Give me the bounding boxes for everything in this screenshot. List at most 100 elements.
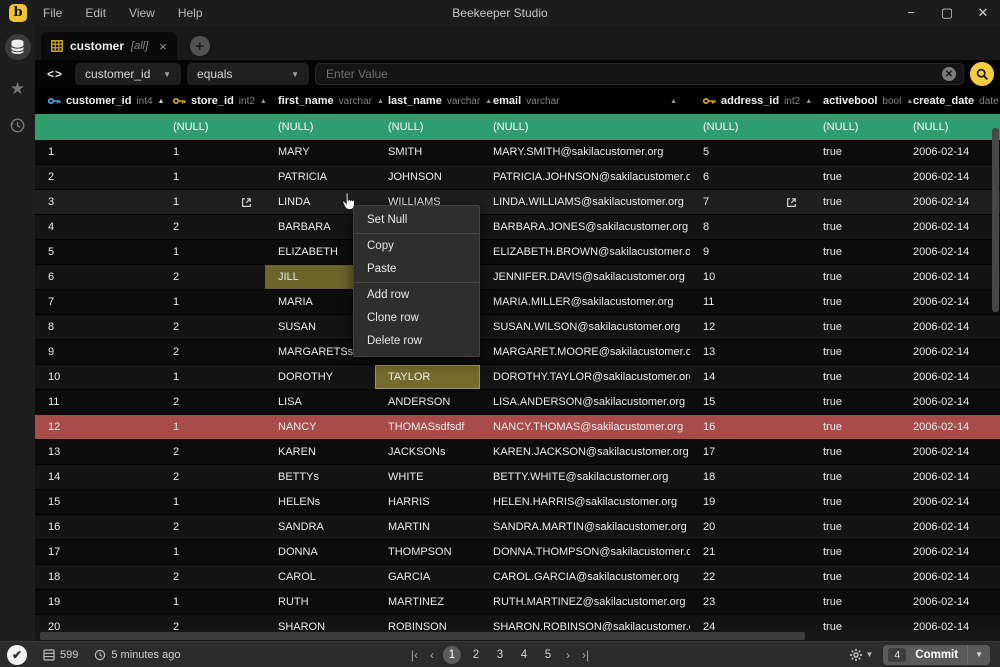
last-page-button[interactable]: ›| xyxy=(579,648,592,662)
table-cell[interactable]: true xyxy=(810,465,900,489)
table-cell[interactable]: 11 xyxy=(690,290,810,314)
table-cell[interactable]: 2006-02-14 xyxy=(900,415,1000,439)
table-cell[interactable]: RUTH.MARTINEZ@sakilacustomer.org xyxy=(480,590,690,614)
table-cell[interactable]: 2006-02-14 xyxy=(900,540,1000,564)
insert-row[interactable]: (NULL)(NULL)(NULL)(NULL)(NULL)(NULL)(NUL… xyxy=(35,114,1000,140)
table-cell[interactable]: SANDRA.MARTIN@sakilacustomer.org xyxy=(480,515,690,539)
table-cell[interactable]: PATRICIA xyxy=(265,165,375,189)
table-cell[interactable]: PATRICIA.JOHNSON@sakilacustomer.org xyxy=(480,165,690,189)
history-clock-icon[interactable] xyxy=(9,117,26,137)
table-row[interactable]: 151HELENsHARRISHELEN.HARRIS@sakilacustom… xyxy=(35,490,1000,515)
table-cell[interactable]: 2006-02-14 xyxy=(900,390,1000,414)
table-cell[interactable]: DOROTHY xyxy=(265,365,375,389)
table-cell[interactable]: true xyxy=(810,215,900,239)
table-cell[interactable]: 2006-02-14 xyxy=(900,290,1000,314)
filter-operator-dropdown[interactable]: equals ▼ xyxy=(187,63,309,85)
table-cell[interactable]: SMITH xyxy=(375,140,480,164)
table-cell[interactable]: LISA.ANDERSON@sakilacustomer.org xyxy=(480,390,690,414)
table-cell[interactable]: true xyxy=(810,315,900,339)
table-cell[interactable]: 16 xyxy=(690,415,810,439)
table-cell[interactable]: 12 xyxy=(35,415,160,439)
table-cell[interactable]: true xyxy=(810,340,900,364)
table-cell[interactable]: 7 xyxy=(35,290,160,314)
table-cell[interactable]: JENNIFER.DAVIS@sakilacustomer.org xyxy=(480,265,690,289)
table-cell[interactable]: 2006-02-14 xyxy=(900,165,1000,189)
table-cell[interactable]: 2006-02-14 xyxy=(900,190,1000,214)
insert-row-cell[interactable]: (NULL) xyxy=(810,114,900,140)
sql-code-toggle-icon[interactable]: <> xyxy=(41,64,69,85)
table-cell[interactable]: true xyxy=(810,240,900,264)
connection-ok-check-icon[interactable]: ✔ xyxy=(7,645,27,665)
table-cell[interactable]: 2 xyxy=(160,465,265,489)
table-row[interactable]: 132KARENJACKSONsKAREN.JACKSON@sakilacust… xyxy=(35,440,1000,465)
table-cell[interactable]: LISA xyxy=(265,390,375,414)
table-row[interactable]: 21PATRICIAJOHNSONPATRICIA.JOHNSON@sakila… xyxy=(35,165,1000,190)
table-cell[interactable]: SUSAN.WILSON@sakilacustomer.org xyxy=(480,315,690,339)
table-row[interactable]: 82SUSANWILSONSUSAN.WILSON@sakilacustomer… xyxy=(35,315,1000,340)
foreign-key-link[interactable] xyxy=(241,197,252,208)
vertical-scrollbar-thumb[interactable] xyxy=(992,128,999,312)
table-cell[interactable]: 18 xyxy=(35,565,160,589)
table-cell[interactable]: 2 xyxy=(160,340,265,364)
context-menu-item-clone-row[interactable]: Clone row xyxy=(354,307,479,330)
sort-arrow-icon[interactable]: ▲ xyxy=(670,98,677,105)
table-row[interactable]: 71MARIAMILLERMARIA.MILLER@sakilacustomer… xyxy=(35,290,1000,315)
table-cell[interactable]: 1 xyxy=(160,140,265,164)
table-cell[interactable]: 10 xyxy=(690,265,810,289)
table-cell[interactable]: 7 xyxy=(690,190,810,214)
table-cell[interactable]: 2006-02-14 xyxy=(900,465,1000,489)
insert-row-cell[interactable]: (NULL) xyxy=(160,114,265,140)
table-cell[interactable]: JACKSONs xyxy=(375,440,480,464)
table-cell[interactable]: 2006-02-14 xyxy=(900,265,1000,289)
table-cell[interactable]: MARTINEZ xyxy=(375,590,480,614)
insert-row-cell[interactable] xyxy=(35,114,160,140)
table-row[interactable]: 51ELIZABETHBROWNELIZABETH.BROWN@sakilacu… xyxy=(35,240,1000,265)
context-menu-item-copy[interactable]: Copy xyxy=(354,235,479,258)
column-header-email[interactable]: emailvarchar▲ xyxy=(480,88,690,114)
table-cell[interactable]: 2006-02-14 xyxy=(900,490,1000,514)
table-row[interactable]: 142BETTYsWHITEBETTY.WHITE@sakilacustomer… xyxy=(35,465,1000,490)
table-row[interactable]: 62JILLDAVISJENNIFER.DAVIS@sakilacustomer… xyxy=(35,265,1000,290)
table-cell[interactable]: 2 xyxy=(160,315,265,339)
table-cell[interactable]: ELIZABETH.BROWN@sakilacustomer.org xyxy=(480,240,690,264)
table-cell[interactable]: 5 xyxy=(690,140,810,164)
table-cell[interactable]: ANDERSON xyxy=(375,390,480,414)
table-cell[interactable]: WHITE xyxy=(375,465,480,489)
table-cell[interactable]: true xyxy=(810,490,900,514)
open-foreign-key-icon[interactable] xyxy=(241,197,252,208)
table-row[interactable]: 31LINDAWILLIAMSLINDA.WILLIAMS@sakilacust… xyxy=(35,190,1000,215)
table-cell[interactable]: 2006-02-14 xyxy=(900,440,1000,464)
table-cell[interactable]: 15 xyxy=(690,390,810,414)
prev-page-button[interactable]: ‹ xyxy=(427,648,437,662)
table-cell[interactable]: 12 xyxy=(690,315,810,339)
table-cell[interactable]: 6 xyxy=(690,165,810,189)
table-cell[interactable]: LINDA.WILLIAMS@sakilacustomer.org xyxy=(480,190,690,214)
favorites-star-icon[interactable]: ★ xyxy=(10,80,25,97)
table-cell[interactable]: 2 xyxy=(35,165,160,189)
table-cell[interactable]: 11 xyxy=(35,390,160,414)
table-cell[interactable]: KAREN.JACKSON@sakilacustomer.org xyxy=(480,440,690,464)
table-cell[interactable]: HELENs xyxy=(265,490,375,514)
column-header-store_id[interactable]: store_idint2▲ xyxy=(160,88,265,114)
table-cell[interactable]: 22 xyxy=(690,565,810,589)
table-row[interactable]: 11MARYSMITHMARY.SMITH@sakilacustomer.org… xyxy=(35,140,1000,165)
horizontal-scrollbar-thumb[interactable] xyxy=(40,632,805,640)
table-cell[interactable]: 2 xyxy=(160,215,265,239)
table-cell[interactable]: true xyxy=(810,515,900,539)
table-cell[interactable]: 1 xyxy=(160,165,265,189)
commit-dropdown-caret[interactable]: ▼ xyxy=(967,645,990,665)
table-cell[interactable]: 15 xyxy=(35,490,160,514)
table-cell[interactable]: true xyxy=(810,415,900,439)
table-cell[interactable]: 2006-02-14 xyxy=(900,140,1000,164)
table-cell[interactable]: 8 xyxy=(690,215,810,239)
tab-close-icon[interactable]: × xyxy=(159,39,167,54)
table-cell[interactable]: GARCIA xyxy=(375,565,480,589)
filter-column-dropdown[interactable]: customer_id ▼ xyxy=(75,63,181,85)
table-cell[interactable]: 1 xyxy=(160,290,265,314)
insert-row-cell[interactable]: (NULL) xyxy=(900,114,1000,140)
column-header-create_date[interactable]: create_datedate▲ xyxy=(900,88,1000,114)
filter-value-input[interactable]: Enter Value ✕ xyxy=(315,63,964,85)
table-cell[interactable]: true xyxy=(810,365,900,389)
page-button-3[interactable]: 3 xyxy=(491,646,509,664)
column-header-address_id[interactable]: address_idint2▲ xyxy=(690,88,810,114)
